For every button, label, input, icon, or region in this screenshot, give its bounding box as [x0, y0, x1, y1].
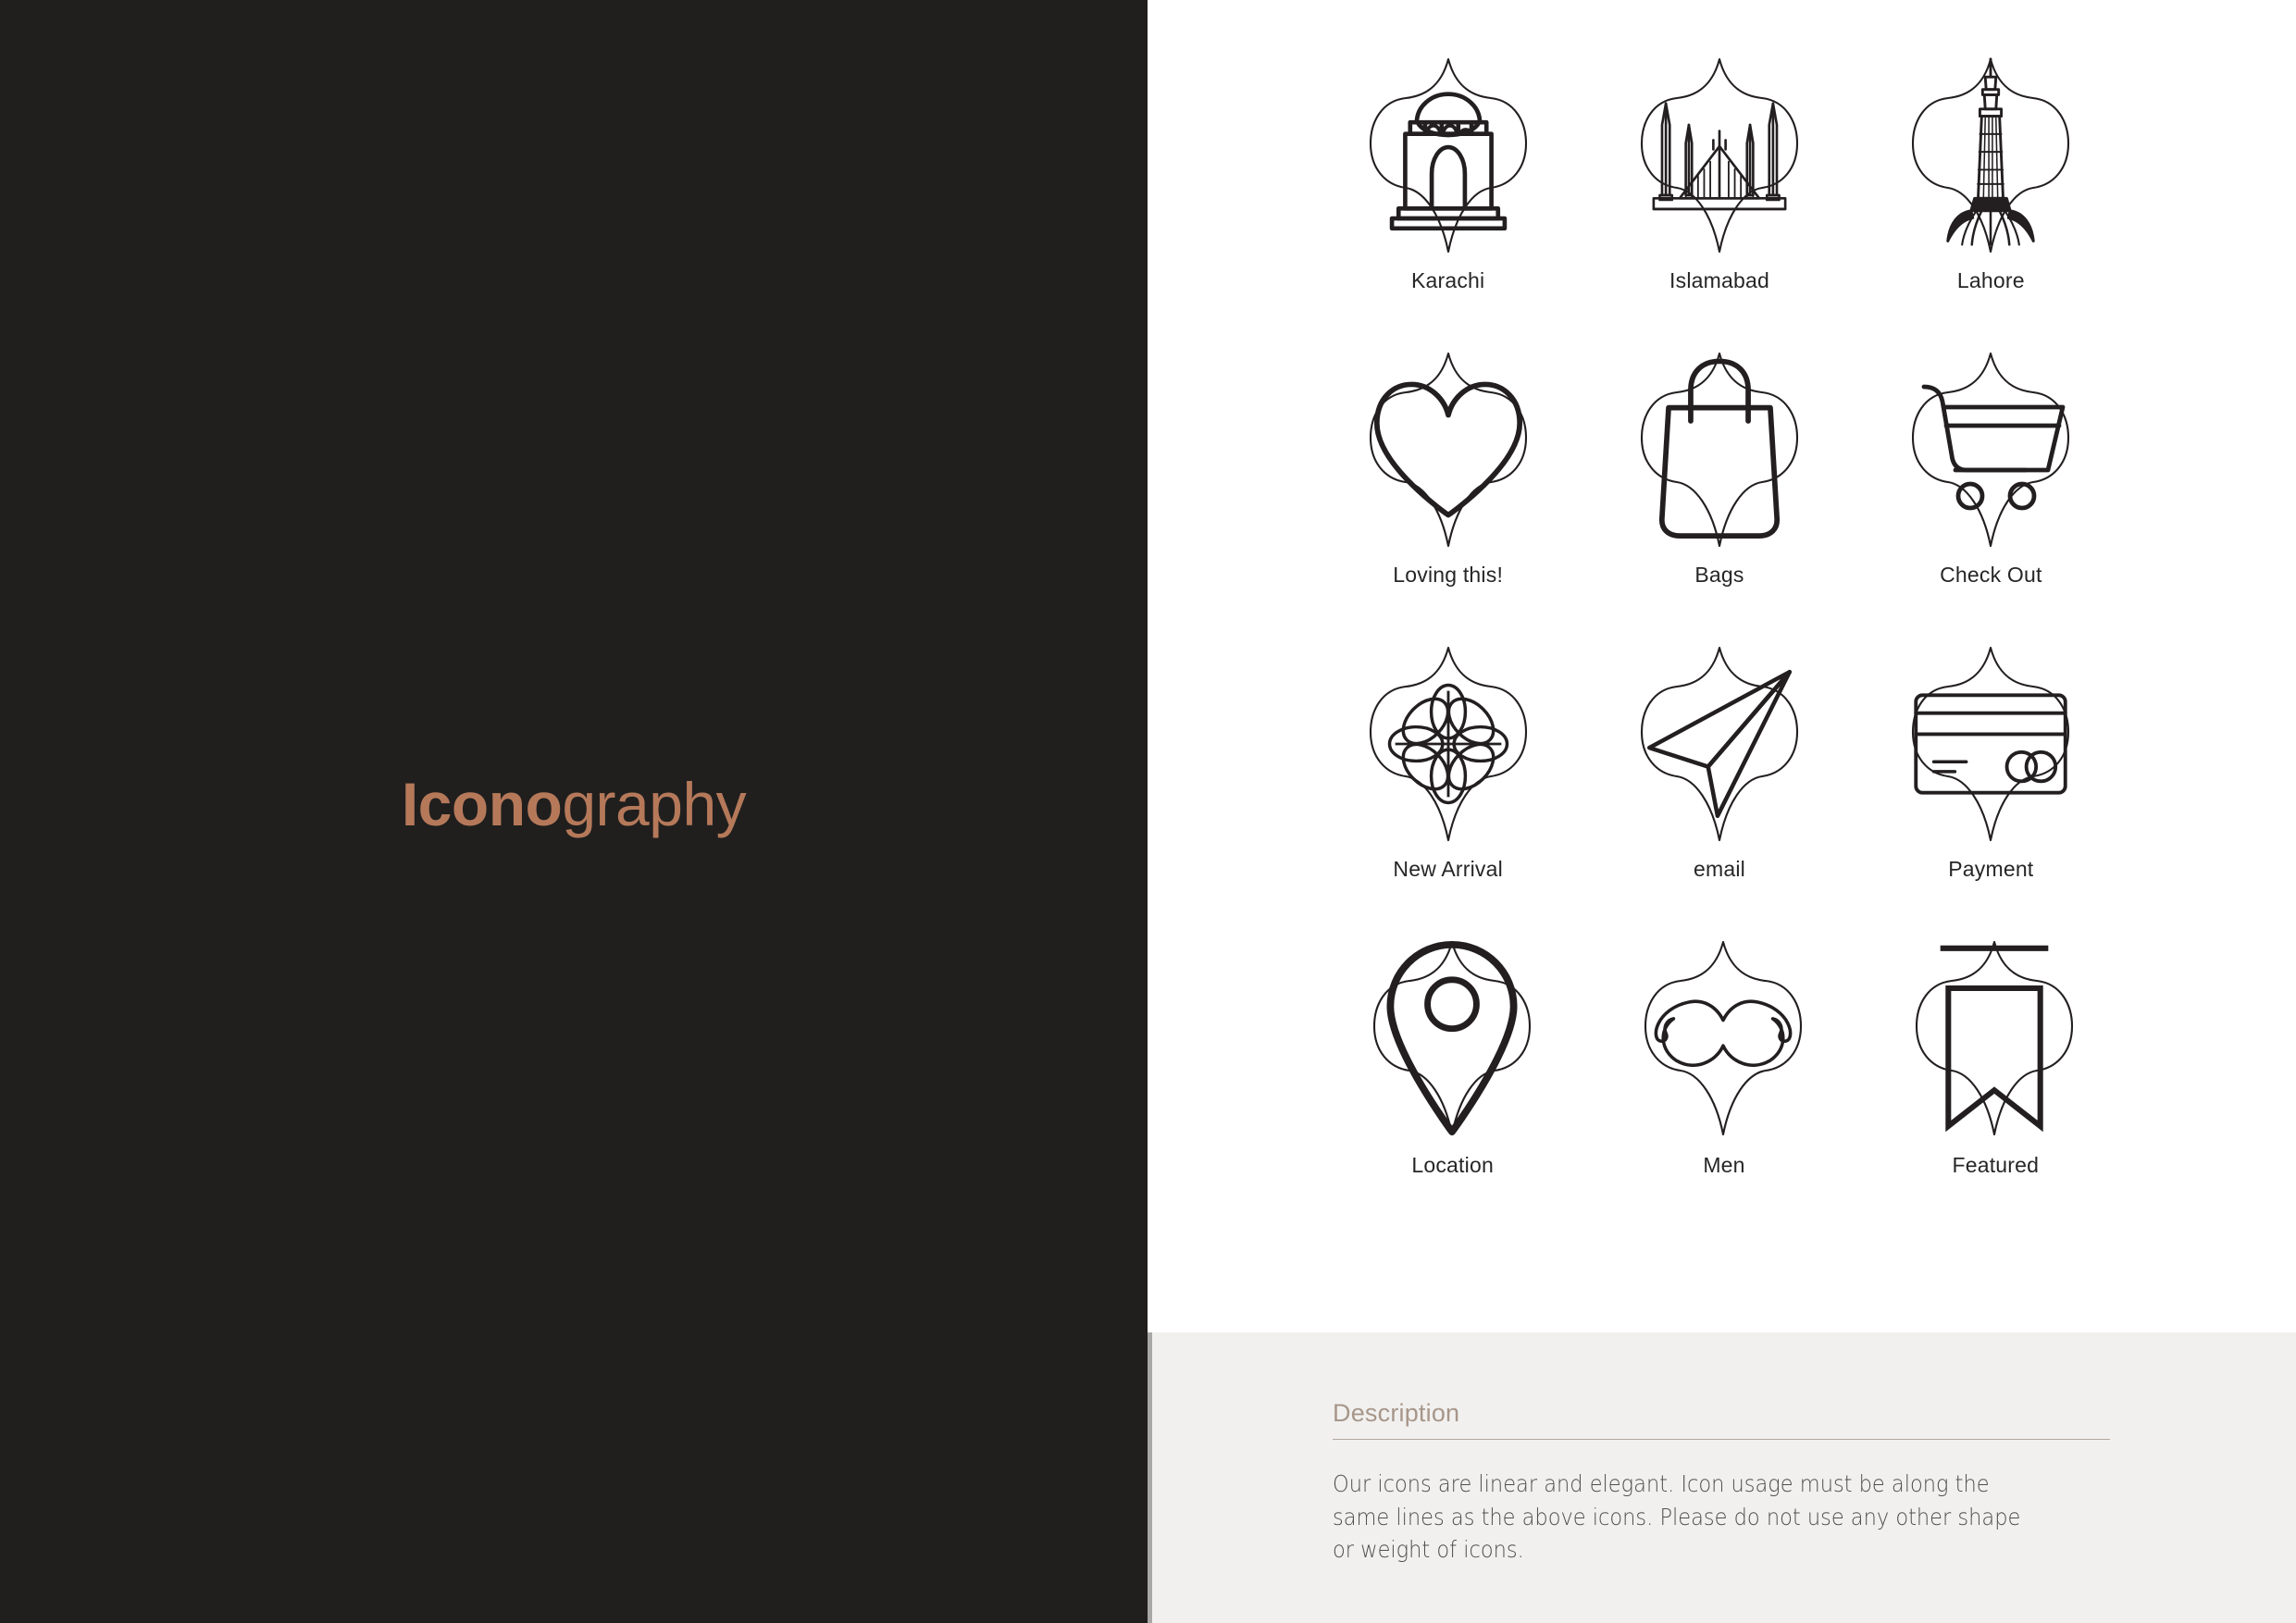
iconography-brand-guideline-page: Iconography Karachi Islamabad Lahore Lov… [0, 0, 2296, 1623]
icon-frame [1644, 938, 1803, 1138]
icon-cell-new-arrival[interactable]: New Arrival [1312, 644, 1583, 938]
icon-frame [1640, 644, 1799, 844]
icon-cell-loving-this[interactable]: Loving this! [1312, 350, 1583, 644]
icon-frame [1640, 56, 1799, 255]
icon-artwork [1915, 938, 2074, 1138]
page-title-bold-part: Icono [401, 770, 563, 838]
icon-cell-check-out[interactable]: Check Out [1855, 350, 2127, 644]
icon-frame [1915, 938, 2074, 1138]
paper-plane-icon [1646, 669, 1792, 819]
icon-artwork [1369, 56, 1528, 255]
icon-label: Lahore [1956, 268, 2025, 292]
icon-frame [1372, 938, 1532, 1138]
icon-cell-lahore[interactable]: Lahore [1855, 56, 2127, 350]
icon-cell-bags[interactable]: Bags [1583, 350, 1855, 644]
mausoleum-icon [1389, 92, 1507, 231]
map-pin-icon [1386, 940, 1518, 1136]
icon-cell-payment[interactable]: Payment [1855, 644, 2127, 938]
icon-frame [1911, 56, 2070, 255]
description-inner: Description Our icons are linear and ele… [1333, 1399, 2110, 1567]
faisal-mosque-icon [1652, 102, 1787, 211]
icon-artwork [1911, 644, 2070, 844]
shopping-cart-icon [1921, 384, 2066, 511]
icon-grid: Karachi Islamabad Lahore Loving this! Ba… [1312, 56, 2127, 1233]
icon-label: Payment [1948, 857, 2034, 881]
icon-artwork [1372, 938, 1532, 1138]
description-left-edge [1148, 1332, 1152, 1623]
icon-artwork [1640, 350, 1799, 550]
description-body-text: Our icons are linear and elegant. Icon u… [1333, 1470, 2021, 1563]
icon-label: New Arrival [1393, 857, 1503, 881]
page-title-light-part: graphy [562, 770, 747, 838]
icon-label: Islamabad [1669, 268, 1769, 292]
icon-label: Loving this! [1393, 563, 1504, 587]
icon-artwork [1640, 644, 1799, 844]
cover-panel: Iconography [0, 0, 1148, 1623]
icon-artwork [1369, 350, 1528, 550]
description-section: Description Our icons are linear and ele… [1148, 1332, 2296, 1623]
icon-grid-row: Loving this! Bags Check Out [1312, 350, 2127, 644]
icon-cell-karachi[interactable]: Karachi [1312, 56, 1583, 350]
heart-icon [1373, 381, 1522, 518]
icon-label: email [1694, 857, 1745, 881]
page-title: Iconography [402, 774, 747, 835]
icon-cell-islamabad[interactable]: Islamabad [1583, 56, 1855, 350]
icon-label: Men [1703, 1153, 1745, 1177]
icon-artwork [1911, 350, 2070, 550]
description-heading: Description [1333, 1399, 1460, 1427]
shopping-bag-icon [1659, 358, 1780, 539]
credit-card-icon [1914, 693, 2067, 795]
icon-artwork [1911, 56, 2070, 255]
icon-cell-email[interactable]: email [1583, 644, 1855, 938]
moustache-icon [1654, 999, 1793, 1067]
icon-artwork [1640, 56, 1799, 255]
bookmark-icon [1940, 945, 2049, 1133]
icon-frame [1369, 644, 1528, 844]
icon-cell-location[interactable]: Location [1312, 938, 1583, 1233]
icon-label: Bags [1694, 563, 1744, 587]
icon-grid-row: Location Men Featured [1312, 938, 2127, 1233]
icon-label: Karachi [1410, 268, 1485, 292]
icon-frame [1369, 56, 1528, 255]
icon-label: Location [1411, 1153, 1494, 1177]
icon-cell-men[interactable]: Men [1583, 938, 1855, 1233]
icon-label: Check Out [1940, 563, 2042, 587]
icon-label: Featured [1952, 1153, 2040, 1177]
icon-grid-row: New Arrival email Payment [1312, 644, 2127, 938]
icon-frame [1911, 350, 2070, 550]
flower-icon [1387, 683, 1508, 805]
icon-artwork [1644, 938, 1803, 1138]
cover-panel-inner: Iconography [0, 0, 1148, 1623]
icon-frame [1640, 350, 1799, 550]
minar-tower-icon [1946, 57, 2036, 246]
icon-cell-featured[interactable]: Featured [1855, 938, 2127, 1233]
icon-frame [1369, 350, 1528, 550]
description-divider [1333, 1439, 2110, 1440]
icon-grid-row: Karachi Islamabad Lahore [1312, 56, 2127, 350]
icon-frame [1911, 644, 2070, 844]
icon-artwork [1369, 644, 1528, 844]
